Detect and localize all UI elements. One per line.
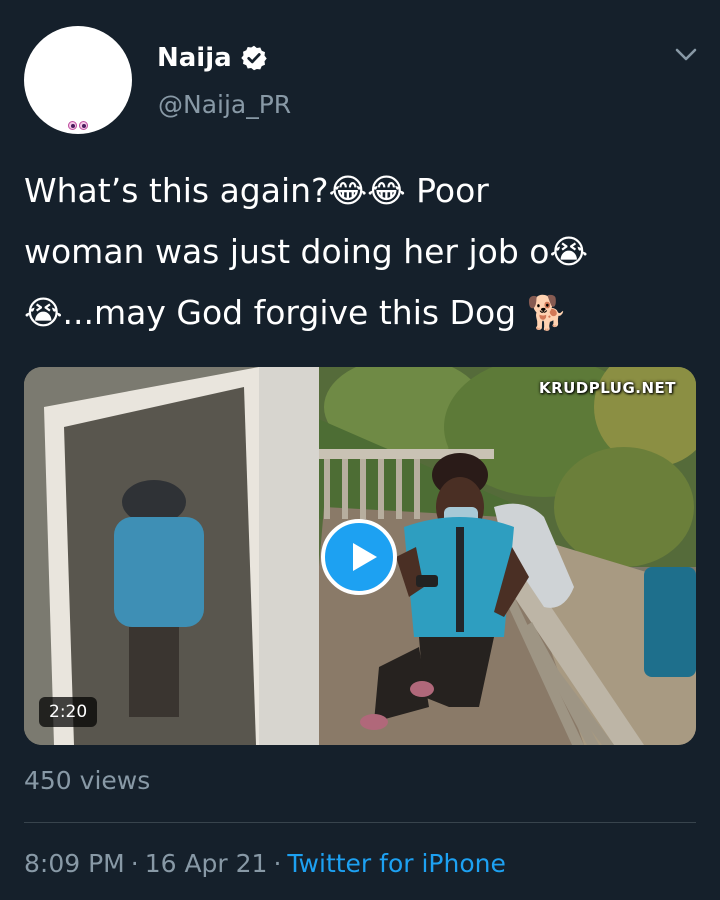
video-player[interactable]: KRUDPLUG.NET 2:20: [24, 367, 696, 745]
author-name-row: Naija: [157, 40, 268, 76]
separator-dot: ·: [130, 849, 139, 878]
chevron-down-icon[interactable]: [674, 47, 698, 63]
author-handle[interactable]: @Naija_PR: [158, 90, 291, 119]
video-duration-badge: 2:20: [39, 697, 98, 727]
divider: [24, 822, 696, 823]
avatar-eyes-icon: [68, 121, 92, 131]
tweet-date[interactable]: 16 Apr 21: [145, 849, 268, 878]
tweet-time[interactable]: 8:09 PM: [24, 849, 125, 878]
tweet-source-link[interactable]: Twitter for iPhone: [287, 849, 505, 878]
tweet-metadata: 8:09 PM · 16 Apr 21 · Twitter for iPhone: [24, 849, 506, 878]
verified-badge-icon: [240, 45, 267, 71]
play-icon[interactable]: [321, 519, 397, 595]
video-watermark: KRUDPLUG.NET: [538, 379, 676, 397]
separator-dot: ·: [273, 849, 282, 878]
author-display-name[interactable]: Naija: [157, 43, 232, 73]
avatar[interactable]: [24, 26, 132, 134]
view-count[interactable]: 450 views: [24, 766, 150, 795]
tweet-text: What’s this again?😂😂 Poor woman was just…: [24, 171, 589, 332]
